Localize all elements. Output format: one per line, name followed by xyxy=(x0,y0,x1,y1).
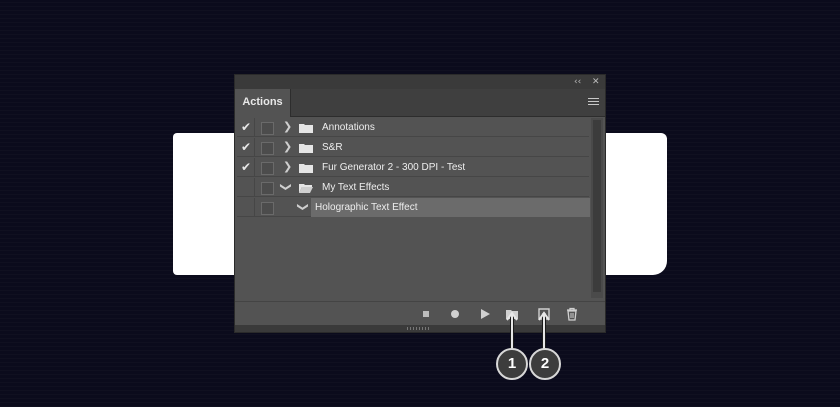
actions-list: ✔ ❯ Annotations ✔ ❯ S&R ✔ ❯ Fur Generato… xyxy=(237,118,590,298)
trash-icon[interactable] xyxy=(565,307,579,321)
dialog-toggle[interactable] xyxy=(256,158,276,177)
dialog-toggle-box xyxy=(261,182,274,195)
folder-icon xyxy=(299,164,313,173)
tab-actions[interactable]: Actions xyxy=(235,89,291,117)
grip-mark xyxy=(407,327,431,330)
close-panel-icon[interactable]: ✕ xyxy=(592,76,600,88)
background-letter-right xyxy=(604,133,667,275)
item-toggle-check[interactable] xyxy=(237,198,255,217)
action-row-fur-generator[interactable]: ✔ ❯ Fur Generator 2 - 300 DPI - Test xyxy=(237,158,589,177)
item-toggle-check[interactable]: ✔ xyxy=(237,138,255,157)
record-icon[interactable] xyxy=(448,307,462,321)
panel-titlebar: ‹‹ ✕ xyxy=(235,75,605,89)
chevron-down-icon[interactable]: ❯ xyxy=(295,202,311,211)
chevron-right-icon[interactable]: ❯ xyxy=(283,139,292,155)
callout-badge-2: 2 xyxy=(529,348,561,380)
action-row-annotations[interactable]: ✔ ❯ Annotations xyxy=(237,118,589,137)
action-row-holographic-text-effect[interactable]: ❯ Holographic Text Effect xyxy=(237,198,590,217)
chevron-right-icon[interactable]: ❯ xyxy=(283,119,292,135)
scrollbar-thumb[interactable] xyxy=(593,120,601,292)
action-label: Holographic Text Effect xyxy=(315,202,418,213)
folder-icon xyxy=(299,144,313,153)
dialog-toggle[interactable] xyxy=(256,178,276,197)
item-toggle-check[interactable] xyxy=(237,178,255,197)
item-toggle-check[interactable]: ✔ xyxy=(237,158,255,177)
checkmark-icon: ✔ xyxy=(241,120,252,134)
dialog-toggle-box xyxy=(261,202,274,215)
checkmark-icon: ✔ xyxy=(241,140,252,154)
dialog-toggle-box xyxy=(261,162,274,175)
background-letter-left xyxy=(173,133,235,275)
actions-panel: ‹‹ ✕ Actions ✔ ❯ Annotations ✔ ❯ S&R ✔ ❯ xyxy=(234,74,606,333)
list-scrollbar[interactable] xyxy=(591,118,603,298)
callout-badge-1: 1 xyxy=(496,348,528,380)
open-folder-icon xyxy=(299,184,313,193)
chevron-right-icon[interactable]: ❯ xyxy=(283,159,292,175)
checkmark-icon: ✔ xyxy=(241,160,252,174)
action-set-label: Annotations xyxy=(322,122,375,133)
action-set-label: S&R xyxy=(322,142,343,153)
panel-menu-icon[interactable] xyxy=(588,98,599,106)
callout-arrows xyxy=(506,311,550,352)
collapse-panel-icon[interactable]: ‹‹ xyxy=(574,76,581,88)
dialog-toggle[interactable] xyxy=(256,138,276,157)
dialog-toggle-box xyxy=(261,142,274,155)
dialog-toggle[interactable] xyxy=(256,198,276,217)
action-row-my-text-effects[interactable]: ❯ My Text Effects xyxy=(237,178,589,197)
stop-icon[interactable] xyxy=(419,307,433,321)
action-set-label: Fur Generator 2 - 300 DPI - Test xyxy=(322,162,466,173)
action-set-label: My Text Effects xyxy=(322,182,390,193)
dialog-toggle-box xyxy=(261,122,274,135)
chevron-down-icon[interactable]: ❯ xyxy=(278,182,294,191)
item-toggle-check[interactable]: ✔ xyxy=(237,118,255,137)
dialog-toggle[interactable] xyxy=(256,118,276,137)
play-icon[interactable] xyxy=(478,307,492,321)
panel-tab-row: Actions xyxy=(235,89,605,117)
action-row-s-and-r[interactable]: ✔ ❯ S&R xyxy=(237,138,589,157)
folder-icon xyxy=(299,124,313,133)
